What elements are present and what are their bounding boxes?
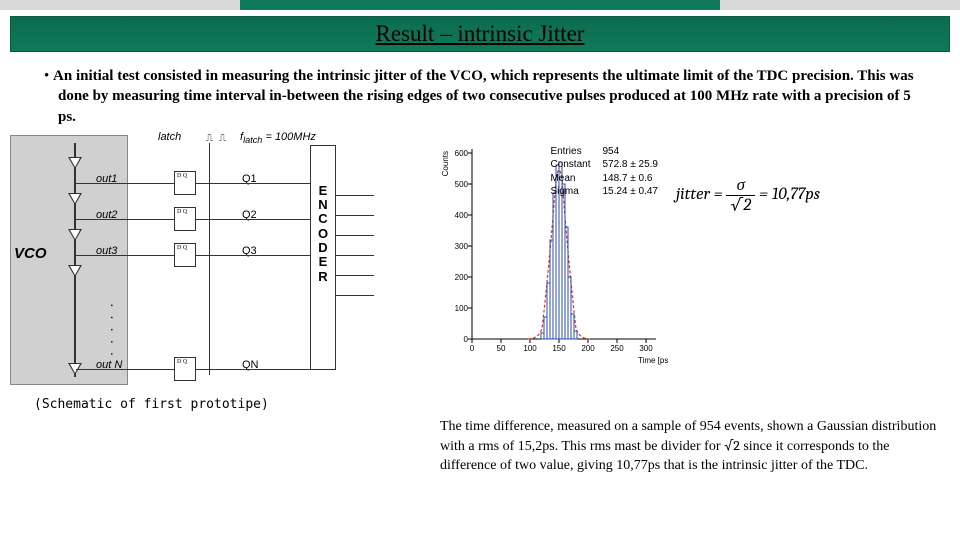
schematic-caption: (Schematic of first prototipe) [10,397,430,412]
schematic-figure: VCO latch flatch = 100MHz out1 out2 out3… [10,135,430,412]
svg-text:100: 100 [523,344,537,353]
title-bar: Result – intrinsic Jitter [10,16,950,52]
bullet-paragraph: An initial test consisted in measuring t… [0,52,960,135]
svg-text:300: 300 [455,242,469,251]
slide-title: Result – intrinsic Jitter [11,21,949,47]
svg-text:300: 300 [639,344,653,353]
svg-text:50: 50 [497,344,506,353]
svg-text:0: 0 [470,344,475,353]
freq-label: flatch = 100MHz [240,131,316,145]
svg-text:100: 100 [455,304,469,313]
svg-text:250: 250 [610,344,624,353]
svg-text:400: 400 [455,211,469,220]
svg-text:200: 200 [581,344,595,353]
svg-text:500: 500 [455,180,469,189]
jitter-formula: jitter = σ √2 = 10,77ps [676,135,950,215]
latch-label: latch [158,131,181,143]
svg-text:150: 150 [552,344,566,353]
svg-text:200: 200 [455,273,469,282]
svg-text:600: 600 [455,149,469,158]
histogram-chart: 0 100 200 300 400 500 600 0 50 100 150 2… [438,139,668,369]
stats-box: Entries954 Constant572.8 ± 25.9 Mean148.… [550,145,658,199]
encoder-box: ENCODER [310,145,336,370]
svg-text:Time [ps]: Time [ps] [638,356,668,365]
top-strip [0,0,960,10]
explanation-text: The time difference, measured on a sampl… [440,418,940,476]
svg-text:Counts: Counts [441,151,450,176]
svg-text:0: 0 [464,335,469,344]
vco-label: VCO [14,245,47,262]
